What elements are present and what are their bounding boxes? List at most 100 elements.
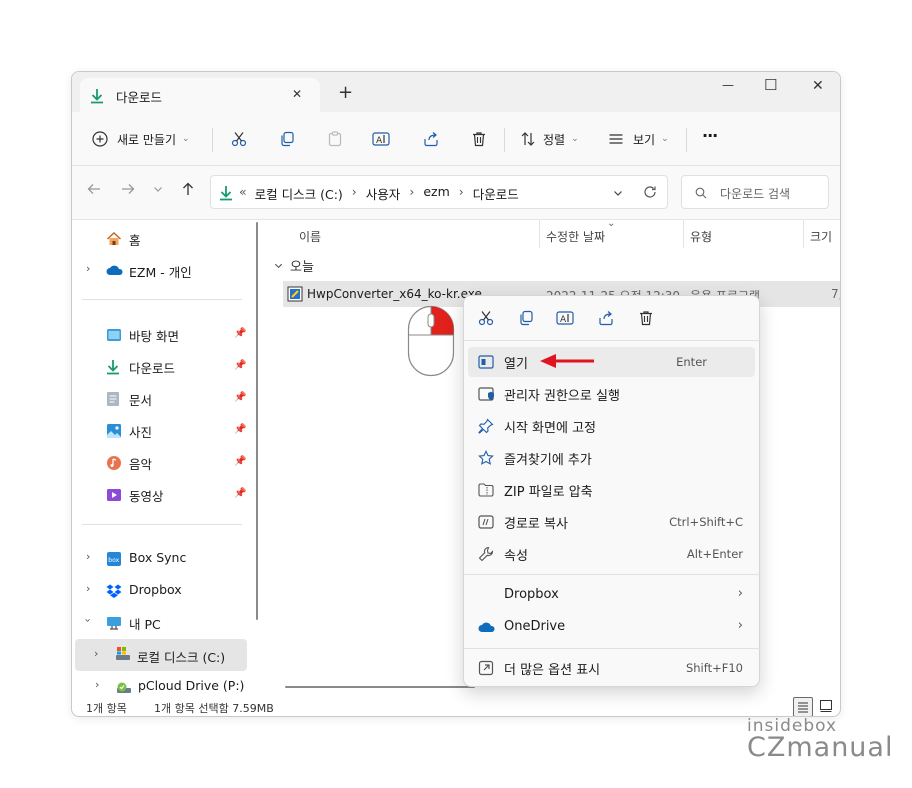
sidebar-item-music[interactable]: 음악 📌 [76,447,246,477]
column-header-modified[interactable]: 수정한 날짜 [546,228,605,245]
column-header-size[interactable]: 크기 [810,228,832,245]
menu-item-pin-to-start[interactable]: 시작 화면에 고정 [468,411,755,441]
sidebar-item-local-disk[interactable]: › 로컬 디스크 (C:) [75,639,247,671]
menu-item-show-more-options[interactable]: 더 많은 옵션 표시 Shift+F10 [468,653,755,683]
sidebar-item-videos[interactable]: 동영상 📌 [76,479,246,509]
recent-locations-chevron-icon[interactable] [152,183,164,195]
menu-item-properties[interactable]: 속성 Alt+Enter [468,539,755,569]
minimize-button[interactable]: — [722,78,734,92]
search-box[interactable]: 다운로드 검색 [681,175,829,209]
new-button[interactable]: 새로 만들기 ⌄ [92,128,190,150]
sidebar-item-label: 로컬 디스크 (C:) [137,650,226,665]
sidebar-item-desktop[interactable]: 바탕 화면 📌 [76,319,246,349]
thumbnail-view-button[interactable] [819,699,833,713]
menu-item-shortcut: Shift+F10 [685,661,743,675]
breadcrumb-downloads[interactable]: 다운로드 [473,184,519,203]
group-collapse-chevron-icon[interactable] [273,260,284,271]
sort-icon [520,131,536,147]
new-tab-button[interactable]: + [338,82,353,103]
details-view-button[interactable] [793,697,813,716]
sidebar-item-downloads[interactable]: 다운로드 📌 [76,351,246,381]
menu-item-label: 열기 [504,357,528,372]
share-icon [423,131,439,147]
group-header[interactable]: 오늘 [290,256,314,275]
svg-text:box: box [108,557,119,564]
chevron-down-icon: ⌄ [661,134,669,144]
chevron-right-icon[interactable]: › [86,262,90,275]
more-options-button[interactable]: ··· [702,126,718,145]
back-button[interactable] [86,181,102,197]
plus-circle-icon [92,131,108,147]
home-icon [106,231,122,247]
sidebar-item-dropbox[interactable]: › Dropbox [76,575,246,605]
menu-item-open[interactable]: 열기 Enter [468,347,755,377]
menu-item-dropbox[interactable]: Dropbox › [468,581,755,611]
sort-button[interactable]: 정렬 ⌄ [520,128,579,150]
menu-item-onedrive[interactable]: OneDrive › [468,613,755,643]
chevron-right-icon[interactable]: › [86,550,90,563]
chevron-right-icon[interactable]: › [86,582,90,595]
view-label: 보기 [633,132,656,147]
copy-path-icon [478,514,494,530]
chevron-right-icon[interactable]: › [94,647,98,660]
forward-button[interactable] [120,181,136,197]
address-dropdown-icon[interactable] [612,187,624,199]
sidebar-item-pictures[interactable]: 사진 📌 [76,415,246,445]
sidebar-item-home[interactable]: 홈 [76,223,246,253]
delete-button[interactable] [470,130,488,148]
breadcrumb-overflow[interactable]: « [239,184,247,203]
delete-button[interactable] [638,310,654,326]
sidebar-item-onedrive[interactable]: › EZM - 개인 [76,255,246,285]
up-button[interactable] [180,181,196,197]
maximize-button[interactable]: ☐ [764,76,777,94]
right-click-mouse-illustration [407,305,455,377]
chevron-down-icon[interactable]: › [82,618,95,622]
pin-icon: 📌 [234,424,247,435]
chevron-right-icon: › [737,618,743,633]
menu-item-label: 즐겨찾기에 추가 [504,453,592,468]
column-header-type[interactable]: 유형 [690,228,712,245]
share-button[interactable] [598,310,614,326]
menu-item-run-as-admin[interactable]: 관리자 권한으로 실행 [468,379,755,409]
trash-icon [471,131,487,147]
pcloud-icon [116,679,132,695]
menu-item-label: OneDrive [504,619,566,634]
pin-icon: 📌 [234,328,247,339]
breadcrumb-users[interactable]: 사용자 [366,184,401,203]
pictures-icon [106,423,122,439]
rename-button[interactable]: A [556,310,574,326]
close-window-button[interactable]: ✕ [812,78,824,94]
sidebar-item-box-sync[interactable]: › box Box Sync [76,543,246,573]
share-button[interactable] [422,130,440,148]
sidebar-item-label: 문서 [129,393,153,408]
address-bar[interactable]: « 로컬 디스크 (C:) › 사용자 › ezm › 다운로드 [210,175,668,209]
sidebar-item-this-pc[interactable]: › 내 PC [76,607,246,637]
breadcrumb-drive[interactable]: 로컬 디스크 (C:) [255,184,343,203]
refresh-icon[interactable] [643,185,657,199]
cut-button[interactable] [478,310,494,326]
chevron-right-icon[interactable]: › [95,678,99,691]
paste-button[interactable] [326,130,344,148]
copy-button[interactable] [278,130,296,148]
rename-button[interactable]: A [372,130,390,148]
tab-close-icon[interactable]: ✕ [292,87,302,101]
tab-downloads[interactable]: 다운로드 ✕ [80,78,320,114]
chevron-right-icon: › [458,184,464,199]
sidebar-scrollbar[interactable] [256,222,258,620]
menu-item-add-to-favorites[interactable]: 즐겨찾기에 추가 [468,443,755,473]
menu-item-label: 시작 화면에 고정 [504,421,596,436]
copy-button[interactable] [518,310,534,326]
item-count: 1개 항목 [86,702,127,715]
sidebar-item-documents[interactable]: 문서 📌 [76,383,246,413]
document-icon [106,391,122,407]
breadcrumb-ezm[interactable]: ezm [423,184,449,203]
menu-item-copy-as-path[interactable]: 경로로 복사 Ctrl+Shift+C [468,507,755,537]
title-bar: 다운로드 ✕ + — ☐ ✕ [72,72,840,114]
column-header-name[interactable]: 이름 [299,228,321,245]
menu-item-compress-zip[interactable]: ZIP 파일로 압축 [468,475,755,505]
cut-button[interactable] [230,130,248,148]
music-icon [106,455,122,471]
horizontal-scrollbar[interactable] [285,686,475,688]
onedrive-icon [478,620,495,636]
view-button[interactable]: 보기 ⌄ [608,128,669,150]
